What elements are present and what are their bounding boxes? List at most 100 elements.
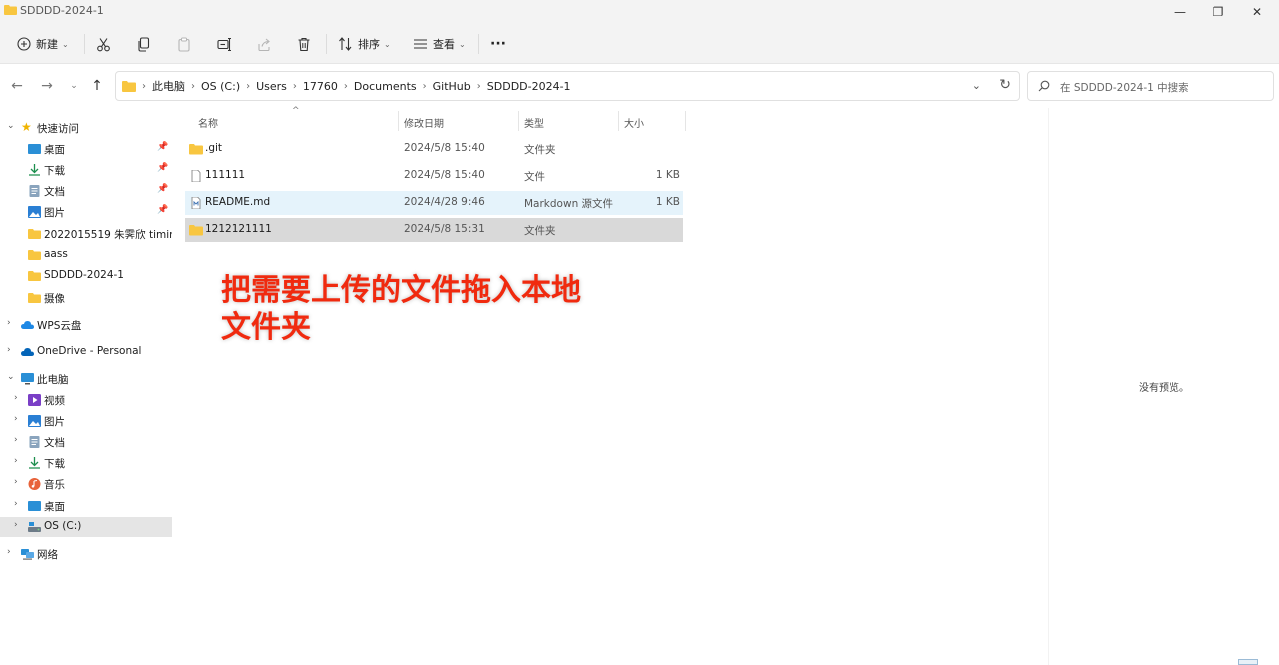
recent-locations-chevron-icon[interactable]: ⌄	[63, 76, 85, 96]
breadcrumb-separator: ›	[246, 80, 251, 92]
expanded-chevron-icon[interactable]: ⌄	[7, 121, 15, 131]
sidebar-item-label: 桌面	[44, 501, 65, 513]
annotation-line: 文件夹	[221, 310, 311, 345]
collapsed-chevron-icon[interactable]: ›	[14, 477, 18, 487]
collapsed-chevron-icon[interactable]: ›	[14, 414, 18, 424]
sidebar-item-quick-access[interactable]: ⌄ ★ 快速访问	[0, 118, 172, 138]
paste-button[interactable]	[177, 30, 191, 58]
share-button[interactable]	[257, 30, 272, 58]
picture-icon	[28, 206, 41, 218]
expanded-chevron-icon[interactable]: ⌄	[7, 372, 15, 382]
delete-button[interactable]	[297, 30, 311, 58]
scissors-icon	[97, 37, 110, 51]
sidebar-item-pictures[interactable]: 图片 📌	[0, 202, 172, 222]
table-row[interactable]: README.md 2024/4/28 9:46 Markdown 源文件 1 …	[185, 191, 683, 215]
pin-icon: 📌	[157, 163, 169, 173]
details-view-toggle-icon[interactable]	[1238, 659, 1258, 665]
more-options-button[interactable]: ···	[490, 30, 506, 58]
breadcrumb-users[interactable]: Users	[256, 80, 287, 93]
collapsed-chevron-icon[interactable]: ›	[14, 520, 18, 530]
sidebar-item-pc-pictures[interactable]: › 图片	[0, 411, 172, 431]
sidebar-item-this-pc[interactable]: ⌄ 此电脑	[0, 369, 172, 389]
refresh-icon[interactable]: ↻	[999, 77, 1011, 93]
view-list-icon	[414, 39, 427, 49]
column-divider[interactable]	[518, 111, 519, 131]
breadcrumb-sdddd-2024-1[interactable]: SDDDD-2024-1	[487, 80, 571, 93]
sidebar-item-folder-aass[interactable]: aass	[0, 245, 172, 265]
sidebar-item-documents[interactable]: 文档 📌	[0, 181, 172, 201]
column-divider[interactable]	[398, 111, 399, 131]
up-arrow-icon[interactable]: ↑	[86, 76, 108, 96]
copy-button[interactable]	[137, 30, 151, 58]
sidebar-item-network[interactable]: › 网络	[0, 544, 172, 564]
new-button[interactable]: 新建 ⌄	[17, 30, 69, 58]
collapsed-chevron-icon[interactable]: ›	[14, 456, 18, 466]
column-header-date[interactable]: 修改日期	[404, 115, 444, 130]
column-header-name[interactable]: 名称	[198, 115, 218, 130]
file-type: 文件	[524, 171, 545, 183]
column-divider[interactable]	[618, 111, 619, 131]
sidebar-item-label: 文档	[44, 437, 65, 449]
file-icon	[191, 170, 201, 182]
sidebar-item-os-c-drive[interactable]: › OS (C:)	[0, 517, 172, 537]
folder-icon	[28, 250, 41, 260]
search-box[interactable]: 在 SDDDD-2024-1 中搜索	[1027, 71, 1274, 101]
sidebar-item-music[interactable]: › 音乐	[0, 474, 172, 494]
collapsed-chevron-icon[interactable]: ›	[7, 547, 11, 557]
sidebar-item-desktop[interactable]: 桌面 📌	[0, 139, 172, 159]
view-button[interactable]: 查看 ⌄	[413, 30, 466, 58]
sidebar-item-folder-timing[interactable]: 2022015519 朱霁欣 timing	[0, 224, 172, 244]
table-row[interactable]: 1212121111 2024/5/8 15:31 文件夹	[185, 218, 683, 242]
breadcrumb-documents[interactable]: Documents	[354, 80, 417, 93]
navigation-pane: ⌄ ★ 快速访问 桌面 📌 下载 📌 文档 📌 图片 📌 2022015519 …	[0, 108, 172, 665]
column-header-row: ^ 名称 修改日期 类型 大小	[185, 106, 686, 134]
sidebar-item-label: 此电脑	[37, 374, 69, 386]
collapsed-chevron-icon[interactable]: ›	[14, 393, 18, 403]
address-bar[interactable]: › 此电脑 › OS (C:) › Users › 17760 › Docume…	[115, 71, 1020, 101]
breadcrumb-separator: ›	[142, 80, 146, 92]
sidebar-item-videos[interactable]: › 视频	[0, 390, 172, 410]
sidebar-item-label: aass	[44, 248, 68, 260]
breadcrumb-user-17760[interactable]: 17760	[303, 80, 338, 93]
file-size: 1 KB	[655, 196, 680, 208]
folder-icon	[189, 225, 203, 236]
sidebar-item-pc-downloads[interactable]: › 下载	[0, 453, 172, 473]
sidebar-item-pc-desktop[interactable]: › 桌面	[0, 496, 172, 516]
search-input[interactable]: 在 SDDDD-2024-1 中搜索	[1060, 80, 1189, 95]
sidebar-item-pc-documents[interactable]: › 文档	[0, 432, 172, 452]
back-arrow-icon[interactable]: ←	[6, 76, 28, 96]
address-dropdown-chevron-icon[interactable]: ⌄	[972, 79, 981, 92]
preview-empty-text: 没有预览。	[1139, 383, 1189, 394]
sidebar-item-folder-sdddd[interactable]: SDDDD-2024-1	[0, 266, 172, 286]
cut-button[interactable]	[96, 30, 111, 58]
breadcrumb-separator: ›	[191, 80, 195, 92]
collapsed-chevron-icon[interactable]: ›	[14, 499, 18, 509]
window-title: SDDDD-2024-1	[20, 4, 104, 17]
column-header-type[interactable]: 类型	[524, 115, 544, 130]
column-header-size[interactable]: 大小	[624, 115, 644, 130]
table-row[interactable]: .git 2024/5/8 15:40 文件夹	[185, 137, 683, 161]
sidebar-item-onedrive[interactable]: › OneDrive - Personal	[0, 342, 172, 362]
table-row[interactable]: 111111 2024/5/8 15:40 文件 1 KB	[185, 164, 683, 188]
command-bar: 新建 ⌄ 排序 ⌄ 查看 ⌄ ···	[0, 24, 1279, 64]
sidebar-item-downloads[interactable]: 下载 📌	[0, 160, 172, 180]
desktop-icon	[28, 144, 41, 154]
sort-button[interactable]: 排序 ⌄	[338, 30, 391, 58]
collapsed-chevron-icon[interactable]: ›	[7, 318, 11, 328]
forward-arrow-icon[interactable]: →	[36, 76, 58, 96]
breadcrumb-this-pc[interactable]: 此电脑	[152, 78, 185, 94]
collapsed-chevron-icon[interactable]: ›	[14, 435, 18, 445]
sidebar-item-label: 文档	[44, 186, 65, 198]
close-button[interactable]: ✕	[1234, 0, 1279, 24]
breadcrumb-os-c[interactable]: OS (C:)	[201, 80, 240, 93]
sort-ascending-caret-icon: ^	[292, 106, 300, 116]
collapsed-chevron-icon[interactable]: ›	[7, 345, 11, 355]
sidebar-item-wps-cloud[interactable]: › WPS云盘	[0, 315, 172, 335]
file-date: 2024/5/8 15:40	[404, 142, 485, 154]
preview-pane-divider[interactable]	[1048, 108, 1049, 665]
breadcrumb-github[interactable]: GitHub	[433, 80, 471, 93]
rename-button[interactable]	[217, 30, 232, 58]
sidebar-item-folder-camera[interactable]: 摄像	[0, 288, 172, 308]
file-name: README.md	[205, 196, 271, 208]
column-divider[interactable]	[685, 111, 686, 131]
